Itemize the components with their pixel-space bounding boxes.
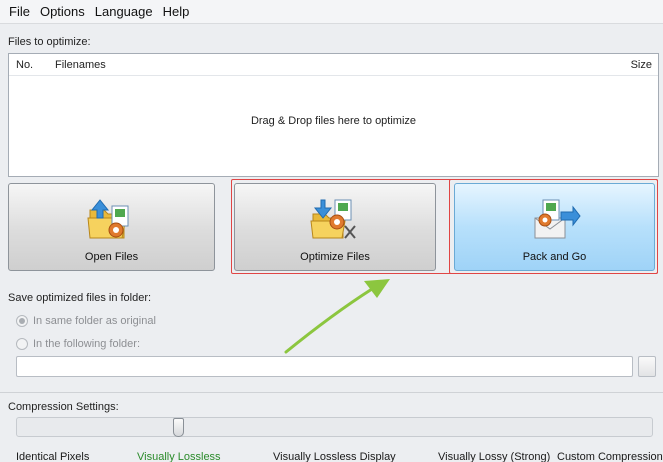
level-visually-lossless[interactable]: Visually Lossless [137,451,221,462]
column-size[interactable]: Size [608,59,658,71]
open-files-button[interactable]: Open Files [8,183,215,271]
radio-same-folder-label: In same folder as original [33,315,156,327]
level-identical-pixels[interactable]: Identical Pixels [16,451,89,462]
open-files-icon [86,199,128,239]
compression-slider-track[interactable] [16,417,653,437]
menu-help[interactable]: Help [158,4,195,19]
level-visually-lossy-strong[interactable]: Visually Lossy (Strong) [438,451,550,462]
menu-bar: File Options Language Help [0,0,663,24]
radio-same-folder-indicator[interactable] [16,315,28,327]
compression-section-label: Compression Settings: [8,401,119,413]
optimize-files-button[interactable]: Optimize Files [234,183,436,271]
menu-file[interactable]: File [4,4,35,19]
radio-following-folder-label: In the following folder: [33,338,141,350]
open-files-label: Open Files [84,251,139,263]
radio-following-folder[interactable]: In the following folder: [16,338,140,350]
folder-path-input[interactable] [16,356,633,377]
section-separator [0,392,663,393]
optimize-files-label: Optimize Files [300,251,370,263]
pack-and-go-label: Pack and Go [522,251,587,263]
pack-and-go-button[interactable]: Pack and Go [454,183,655,271]
radio-same-folder[interactable]: In same folder as original [16,315,156,327]
radio-following-folder-indicator[interactable] [16,338,28,350]
menu-options[interactable]: Options [35,4,90,19]
drop-hint: Drag & Drop files here to optimize [250,115,417,127]
column-filenames[interactable]: Filenames [55,59,608,71]
file-list[interactable]: No. Filenames Size Drag & Drop files her… [8,53,659,177]
level-custom-compression[interactable]: Custom Compression [557,451,663,462]
files-section-label: Files to optimize: [8,36,91,48]
menu-language[interactable]: Language [90,4,158,19]
pack-and-go-icon [534,199,581,239]
file-list-header: No. Filenames Size [9,54,658,76]
level-visually-lossless-display[interactable]: Visually Lossless Display [273,451,396,462]
save-section-label: Save optimized files in folder: [8,292,152,304]
browse-folder-button[interactable] [638,356,656,377]
compression-slider-thumb[interactable] [173,418,184,437]
column-no[interactable]: No. [9,59,55,71]
optimize-files-icon [310,199,356,239]
